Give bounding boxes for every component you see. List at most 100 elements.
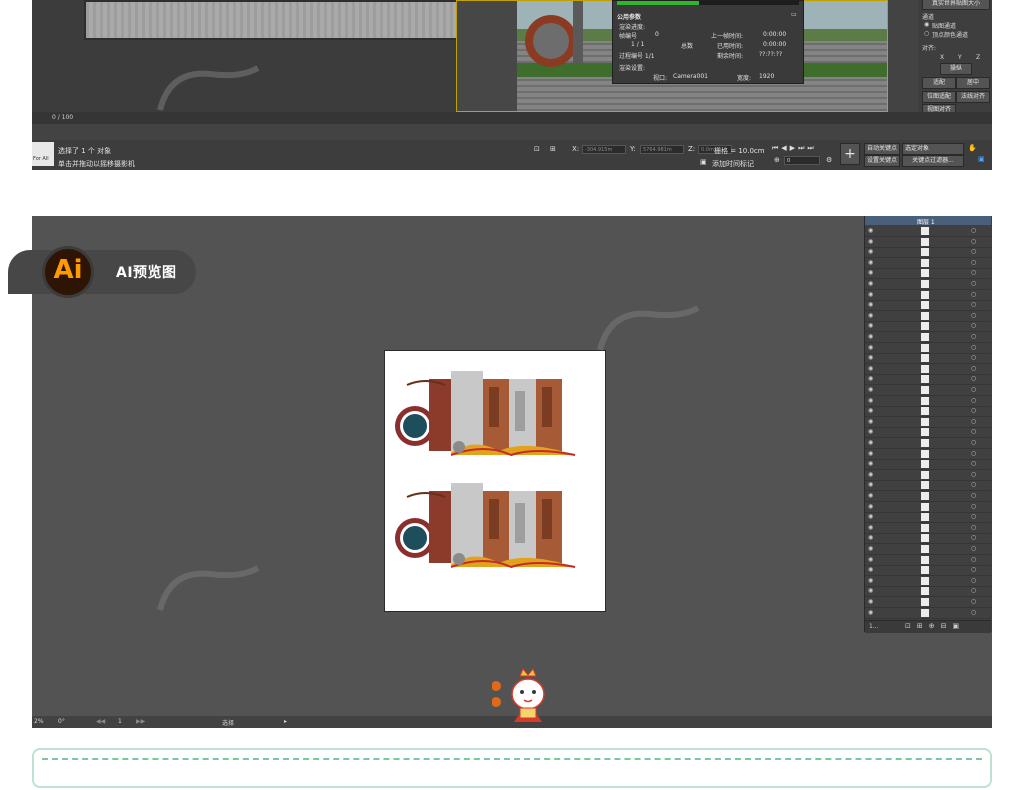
visibility-eye-icon[interactable]: ◉ (868, 259, 873, 266)
target-circle-icon[interactable]: ○ (971, 386, 976, 393)
layer-row[interactable]: ◉ ○ (865, 480, 991, 492)
target-circle-icon[interactable]: ○ (971, 503, 976, 510)
layer-row[interactable]: ◉ ○ (865, 374, 991, 386)
visibility-eye-icon[interactable]: ◉ (868, 481, 873, 488)
layer-row[interactable]: ◉ ○ (865, 406, 991, 418)
layer-row[interactable]: ◉ ○ (865, 523, 991, 534)
visibility-eye-icon[interactable]: ◉ (868, 524, 873, 531)
visibility-eye-icon[interactable]: ◉ (868, 556, 873, 563)
zoom-field[interactable]: 2% (34, 718, 44, 725)
target-circle-icon[interactable]: ○ (971, 238, 976, 245)
layer-row[interactable]: ◉ ○ (865, 512, 991, 524)
visibility-eye-icon[interactable]: ◉ (868, 566, 873, 573)
key-filters-button[interactable]: 关键点过滤器... (902, 155, 964, 167)
visibility-eye-icon[interactable]: ◉ (868, 428, 873, 435)
layer-row[interactable]: ◉ ○ (865, 385, 991, 396)
layer-row[interactable]: ◉ ○ (865, 555, 991, 566)
artboard[interactable] (384, 350, 606, 612)
visibility-eye-icon[interactable]: ◉ (868, 312, 873, 319)
target-circle-icon[interactable]: ○ (971, 269, 976, 276)
layer-row[interactable]: ◉ ○ (865, 565, 991, 577)
target-circle-icon[interactable]: ○ (971, 460, 976, 467)
target-circle-icon[interactable]: ○ (971, 344, 976, 351)
visibility-eye-icon[interactable]: ◉ (868, 471, 873, 478)
visibility-eye-icon[interactable]: ◉ (868, 418, 873, 425)
visibility-eye-icon[interactable]: ◉ (868, 269, 873, 276)
axis-z[interactable]: Z (976, 54, 980, 61)
layer-row[interactable]: ◉ ○ (865, 268, 991, 280)
layer-row[interactable]: ◉ ○ (865, 290, 991, 301)
target-circle-icon[interactable]: ○ (971, 524, 976, 531)
layer-1-row[interactable]: 图层 1 (865, 216, 991, 226)
time-tag-icon[interactable]: ▣ (700, 158, 707, 166)
center-button[interactable]: 居中 (956, 77, 990, 89)
target-circle-icon[interactable]: ○ (971, 439, 976, 446)
target-circle-icon[interactable]: ○ (971, 545, 976, 552)
layer-row[interactable]: ◉ ○ (865, 300, 991, 312)
manipulate-button[interactable]: 操纵 (940, 63, 972, 75)
visibility-eye-icon[interactable]: ◉ (868, 386, 873, 393)
visibility-eye-icon[interactable]: ◉ (868, 439, 873, 446)
target-circle-icon[interactable]: ○ (971, 577, 976, 584)
first-artboard-icon[interactable]: ◀◀ (96, 718, 105, 725)
target-circle-icon[interactable]: ○ (971, 365, 976, 372)
target-circle-icon[interactable]: ○ (971, 418, 976, 425)
target-circle-icon[interactable]: ○ (971, 492, 976, 499)
next-artboard-icon[interactable]: ▶▶ (136, 718, 145, 725)
visibility-eye-icon[interactable]: ◉ (868, 598, 873, 605)
layer-row[interactable]: ◉ ○ (865, 279, 991, 290)
target-circle-icon[interactable]: ○ (971, 450, 976, 457)
layer-row[interactable]: ◉ ○ (865, 576, 991, 587)
layer-row[interactable]: ◉ ○ (865, 544, 991, 555)
current-frame-field[interactable]: 0 (784, 156, 820, 165)
layer-row[interactable]: ◉ ○ (865, 491, 991, 502)
visibility-eye-icon[interactable]: ◉ (868, 291, 873, 298)
y-coordinate-field[interactable]: 5764.981m (640, 145, 684, 154)
normal-align-button[interactable]: 法线对齐 (956, 91, 990, 103)
maximize-viewport-icon[interactable]: ▣ (978, 155, 985, 163)
layer-row[interactable]: ◉ ○ (865, 438, 991, 449)
target-circle-icon[interactable]: ○ (971, 397, 976, 404)
visibility-eye-icon[interactable]: ◉ (868, 609, 873, 616)
target-circle-icon[interactable]: ○ (971, 333, 976, 340)
layer-action-icons[interactable]: ⊡⊞⊕⊟▣ (905, 622, 965, 630)
visibility-eye-icon[interactable]: ◉ (868, 248, 873, 255)
visibility-eye-icon[interactable]: ◉ (868, 513, 873, 520)
visibility-eye-icon[interactable]: ◉ (868, 365, 873, 372)
target-circle-icon[interactable]: ○ (971, 609, 976, 616)
x-coordinate-field[interactable]: -304.915m (582, 145, 626, 154)
layer-row[interactable]: ◉ ○ (865, 417, 991, 428)
target-circle-icon[interactable]: ○ (971, 312, 976, 319)
vertex-color-radio-icon[interactable]: ○ (924, 30, 929, 37)
target-circle-icon[interactable]: ○ (971, 259, 976, 266)
visibility-eye-icon[interactable]: ◉ (868, 238, 873, 245)
target-circle-icon[interactable]: ○ (971, 587, 976, 594)
layer-row[interactable]: ◉ ○ (865, 321, 991, 333)
layer-row[interactable]: ◉ ○ (865, 311, 991, 322)
visibility-eye-icon[interactable]: ◉ (868, 587, 873, 594)
layer-row[interactable]: ◉ ○ (865, 608, 991, 619)
target-circle-icon[interactable]: ○ (971, 248, 976, 255)
layer-row[interactable]: ◉ ○ (865, 353, 991, 365)
layer-row[interactable]: ◉ ○ (865, 533, 991, 545)
visibility-eye-icon[interactable]: ◉ (868, 322, 873, 329)
axis-y[interactable]: Y (958, 54, 962, 61)
layer-row[interactable]: ◉ ○ (865, 502, 991, 513)
visibility-eye-icon[interactable]: ◉ (868, 375, 873, 382)
maxscript-listener[interactable]: For All (32, 142, 54, 166)
target-circle-icon[interactable]: ○ (971, 428, 976, 435)
auto-key-button[interactable]: 自动关键点 (864, 143, 900, 155)
target-circle-icon[interactable]: ○ (971, 227, 976, 234)
visibility-eye-icon[interactable]: ◉ (868, 354, 873, 361)
walk-through-icon[interactable]: ✋ (968, 144, 977, 152)
target-circle-icon[interactable]: ○ (971, 291, 976, 298)
layer-row[interactable]: ◉ ○ (865, 226, 991, 237)
visibility-eye-icon[interactable]: ◉ (868, 460, 873, 467)
add-time-tag[interactable]: 添加时间标记 (712, 159, 754, 169)
target-circle-icon[interactable]: ○ (971, 354, 976, 361)
playback-controls[interactable]: ⏮◀▶⏭⏭ (772, 144, 817, 153)
layer-row[interactable]: ◉ ○ (865, 459, 991, 471)
bitmap-fit-button[interactable]: 位图适配 (922, 91, 956, 103)
visibility-eye-icon[interactable]: ◉ (868, 397, 873, 404)
layer-row[interactable]: ◉ ○ (865, 586, 991, 598)
